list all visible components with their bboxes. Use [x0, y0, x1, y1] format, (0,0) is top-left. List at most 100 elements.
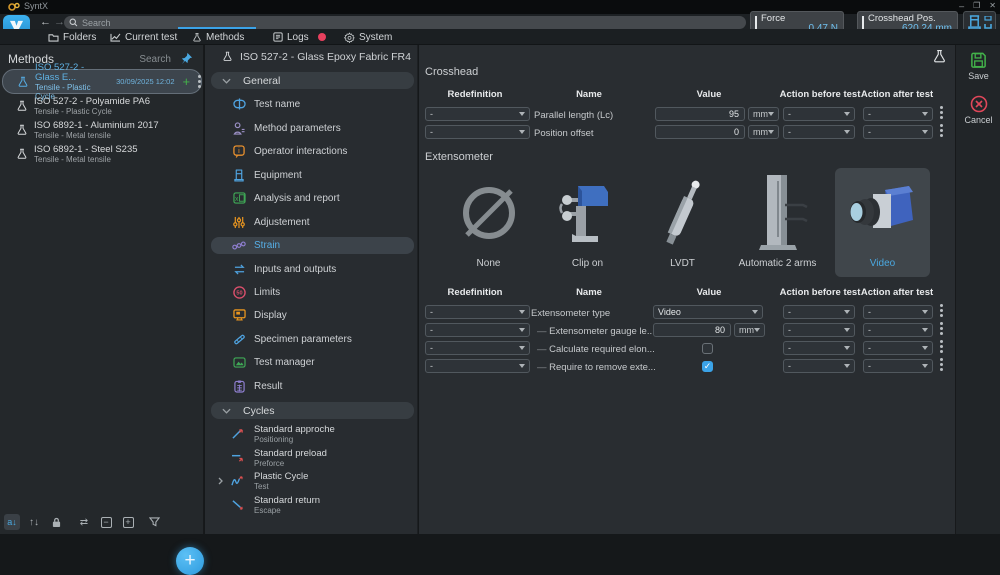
cancel-button[interactable]: Cancel — [956, 95, 1000, 125]
tree-item-operator-interactions[interactable]: i Operator interactions — [211, 143, 414, 159]
search-icon — [69, 18, 78, 27]
action-after-select[interactable]: - — [863, 341, 933, 355]
sort-order-icon[interactable]: ↑↓ — [26, 514, 42, 530]
method-list-item[interactable]: ISO 6892-1 - Aluminium 2017Tensile - Met… — [2, 118, 202, 142]
redefinition-select[interactable]: - — [425, 305, 530, 319]
redefinition-select[interactable]: - — [425, 359, 530, 373]
tree-item-test-name[interactable]: Test name — [211, 96, 414, 112]
row-menu-icon[interactable] — [940, 363, 943, 366]
method-list-item[interactable]: ISO 6892-1 - Steel S235Tensile - Metal t… — [2, 142, 202, 166]
row-name: — Extensometer gauge le... — [537, 326, 655, 337]
add-method-button[interactable]: + — [176, 547, 204, 575]
cycle-item-standard-return[interactable]: Standard returnEscape — [211, 494, 414, 516]
cycle-item-plastic-cycle[interactable]: Plastic CycleTest — [211, 470, 414, 492]
row-name: Extensometer type — [531, 308, 610, 319]
value-input[interactable] — [655, 107, 745, 121]
tree-item-adjustement[interactable]: Adjustement — [211, 214, 414, 230]
row-menu-icon[interactable] — [940, 345, 943, 348]
action-before-select[interactable]: - — [783, 305, 855, 319]
back-arrow-icon[interactable]: ← — [40, 15, 51, 29]
tab-folders[interactable]: Folders — [48, 29, 96, 45]
value-input[interactable] — [653, 323, 731, 337]
tree-item-method-parameters[interactable]: Method parameters — [211, 120, 414, 136]
column-header: Action after test — [861, 287, 933, 298]
swap-icon[interactable]: ⇄ — [76, 514, 92, 530]
calculate-elongation-checkbox[interactable]: ✓ — [702, 343, 713, 354]
action-before-select[interactable]: - — [783, 323, 855, 337]
extensometer-option-none[interactable]: None — [441, 168, 536, 277]
method-list-item[interactable]: ISO 527-2 - Glass E... Tensile - Plastic… — [2, 69, 202, 94]
unit-select[interactable]: mm — [734, 323, 765, 337]
operator-interactions-icon: i — [232, 145, 246, 158]
redefinition-select[interactable]: - — [425, 107, 530, 121]
close-button[interactable]: ✕ — [989, 1, 996, 11]
method-title: ISO 527-2 - Glass E... — [35, 63, 110, 83]
redefinition-select[interactable]: - — [425, 323, 530, 337]
action-before-select[interactable]: - — [783, 341, 855, 355]
tree-item-strain[interactable]: Strain — [211, 237, 414, 254]
tree-item-equipment[interactable]: Equipment — [211, 167, 414, 183]
method-tree-panel: ISO 527-2 - Glass Epoxy Fabric FR4 Gener… — [205, 45, 418, 534]
svg-text:i: i — [238, 145, 240, 154]
search-input[interactable] — [82, 18, 741, 28]
tree-item-test-manager[interactable]: Test manager — [211, 354, 414, 370]
tree-item-specimen-parameters[interactable]: Specimen parameters — [211, 331, 414, 347]
collapse-all-icon[interactable]: − — [98, 514, 114, 530]
tab-methods[interactable]: Methods — [192, 29, 244, 45]
item-menu-icon[interactable] — [198, 80, 201, 83]
row-menu-icon[interactable] — [940, 309, 943, 312]
cycle-item-standard-approche[interactable]: Standard approchePositioning — [211, 423, 414, 445]
redefinition-select[interactable]: - — [425, 341, 530, 355]
row-menu-icon[interactable] — [940, 129, 943, 132]
action-after-select[interactable]: - — [863, 305, 933, 319]
cancel-icon — [970, 95, 988, 113]
extensometer-option-clip-on[interactable]: Clip on — [540, 168, 635, 277]
row-menu-icon[interactable] — [940, 111, 943, 114]
analysis-report-icon: x — [232, 192, 246, 204]
lock-icon[interactable] — [48, 514, 64, 530]
remove-extensometer-checkbox[interactable]: ✓ — [702, 361, 713, 372]
add-icon[interactable]: + — [183, 74, 191, 89]
tree-item-analysis-report[interactable]: x Analysis and report — [211, 190, 414, 206]
minimize-button[interactable]: – — [959, 1, 964, 11]
redefinition-select[interactable]: - — [425, 125, 530, 139]
logs-icon — [273, 32, 283, 42]
tab-system[interactable]: System — [344, 29, 392, 45]
unit-select[interactable]: mm — [748, 125, 779, 139]
section-general[interactable]: General — [211, 72, 414, 89]
action-after-select[interactable]: - — [863, 323, 933, 337]
restore-button[interactable]: ❐ — [973, 1, 980, 11]
action-after-select[interactable]: - — [863, 125, 933, 139]
tab-current-test[interactable]: Current test — [110, 29, 177, 45]
methods-search-label[interactable]: Search — [139, 54, 171, 65]
action-before-select[interactable]: - — [783, 125, 855, 139]
unit-select[interactable]: mm — [748, 107, 779, 121]
extensometer-option-automatic-2-arms[interactable]: Automatic 2 arms — [730, 168, 825, 277]
cycle-item-standard-preload[interactable]: Standard preloadPreforce — [211, 447, 414, 469]
sort-alpha-icon[interactable]: a↓ — [4, 514, 20, 530]
value-input[interactable] — [655, 125, 745, 139]
save-button[interactable]: Save — [956, 52, 1000, 81]
method-list-item[interactable]: ISO 527-2 - Polyamide PA6Tensile - Plast… — [2, 94, 202, 118]
tree-item-limits[interactable]: 50 Limits — [211, 284, 414, 300]
tree-item-inputs-outputs[interactable]: Inputs and outputs — [211, 261, 414, 277]
tree-item-display[interactable]: Display — [211, 307, 414, 323]
extensometer-option-lvdt[interactable]: LVDT — [635, 168, 730, 277]
expand-all-icon[interactable]: + — [120, 514, 136, 530]
action-before-select[interactable]: - — [783, 359, 855, 373]
pin-icon[interactable] — [180, 52, 193, 65]
tree-item-result[interactable]: Result — [211, 378, 414, 394]
action-after-select[interactable]: - — [863, 107, 933, 121]
global-search[interactable] — [64, 16, 746, 29]
chevron-right-icon[interactable] — [218, 477, 223, 485]
extensometer-option-video[interactable]: Video — [835, 168, 930, 277]
section-cycles[interactable]: Cycles — [211, 402, 414, 419]
action-after-select[interactable]: - — [863, 359, 933, 373]
filter-icon[interactable] — [146, 514, 162, 530]
row-menu-icon[interactable] — [940, 327, 943, 330]
flask-icon — [16, 99, 28, 113]
extensometer-type-select[interactable]: Video — [653, 305, 763, 319]
tab-logs[interactable]: Logs — [273, 29, 309, 45]
action-before-select[interactable]: - — [783, 107, 855, 121]
svg-text:50: 50 — [236, 290, 242, 296]
